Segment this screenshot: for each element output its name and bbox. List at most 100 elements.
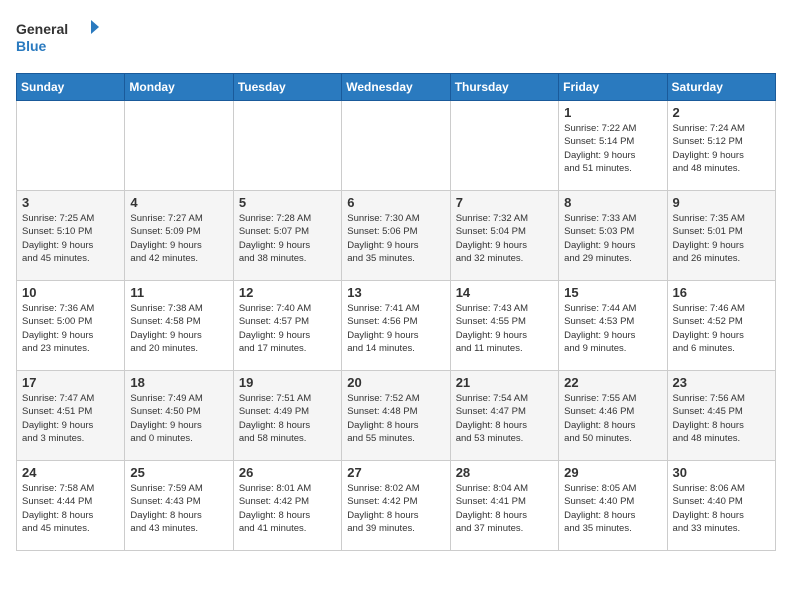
calendar-day: 26 Sunrise: 8:01 AMSunset: 4:42 PMDayligh… — [233, 461, 341, 551]
calendar-day: 28 Sunrise: 8:04 AMSunset: 4:41 PMDayligh… — [450, 461, 558, 551]
day-number: 23 — [673, 375, 770, 390]
calendar-day: 14 Sunrise: 7:43 AMSunset: 4:55 PMDayligh… — [450, 281, 558, 371]
day-number: 16 — [673, 285, 770, 300]
day-info: Sunrise: 7:41 AMSunset: 4:56 PMDaylight:… — [347, 302, 444, 355]
day-number: 17 — [22, 375, 119, 390]
day-info: Sunrise: 7:58 AMSunset: 4:44 PMDaylight:… — [22, 482, 119, 535]
calendar-day: 11Sunrise: 7:38 AMSunset: 4:58 PMDayligh… — [125, 281, 233, 371]
calendar-week-3: 17 Sunrise: 7:47 AMSunset: 4:51 PMDayligh… — [17, 371, 776, 461]
day-info: Sunrise: 8:06 AMSunset: 4:40 PMDaylight:… — [673, 482, 770, 535]
day-info: Sunrise: 7:32 AMSunset: 5:04 PMDaylight:… — [456, 212, 553, 265]
calendar-day: 6Sunrise: 7:30 AMSunset: 5:06 PMDaylight… — [342, 191, 450, 281]
day-number: 15 — [564, 285, 661, 300]
day-number: 2 — [673, 105, 770, 120]
day-info: Sunrise: 7:56 AMSunset: 4:45 PMDaylight:… — [673, 392, 770, 445]
day-number: 22 — [564, 375, 661, 390]
day-info: Sunrise: 8:05 AMSunset: 4:40 PMDaylight:… — [564, 482, 661, 535]
day-info: Sunrise: 7:33 AMSunset: 5:03 PMDaylight:… — [564, 212, 661, 265]
calendar-day: 9Sunrise: 7:35 AMSunset: 5:01 PMDaylight… — [667, 191, 775, 281]
calendar-day: 10 Sunrise: 7:36 AMSunset: 5:00 PMDayligh… — [17, 281, 125, 371]
calendar-week-2: 10 Sunrise: 7:36 AMSunset: 5:00 PMDayligh… — [17, 281, 776, 371]
day-info: Sunrise: 8:01 AMSunset: 4:42 PMDaylight:… — [239, 482, 336, 535]
day-info: Sunrise: 7:47 AMSunset: 4:51 PMDaylight:… — [22, 392, 119, 445]
calendar-day: 2 Sunrise: 7:24 AMSunset: 5:12 PMDaylight… — [667, 101, 775, 191]
day-number: 14 — [456, 285, 553, 300]
day-number: 3 — [22, 195, 119, 210]
calendar-day: 17 Sunrise: 7:47 AMSunset: 4:51 PMDayligh… — [17, 371, 125, 461]
calendar-table: SundayMondayTuesdayWednesdayThursdayFrid… — [16, 73, 776, 551]
svg-text:General: General — [16, 21, 68, 37]
day-info: Sunrise: 7:25 AMSunset: 5:10 PMDaylight:… — [22, 212, 119, 265]
weekday-monday: Monday — [125, 74, 233, 101]
day-number: 7 — [456, 195, 553, 210]
calendar-day: 8 Sunrise: 7:33 AMSunset: 5:03 PMDaylight… — [559, 191, 667, 281]
calendar-day: 25Sunrise: 7:59 AMSunset: 4:43 PMDayligh… — [125, 461, 233, 551]
day-number: 19 — [239, 375, 336, 390]
day-number: 8 — [564, 195, 661, 210]
day-number: 30 — [673, 465, 770, 480]
weekday-saturday: Saturday — [667, 74, 775, 101]
day-number: 20 — [347, 375, 444, 390]
day-number: 9 — [673, 195, 770, 210]
calendar-day: 16 Sunrise: 7:46 AMSunset: 4:52 PMDayligh… — [667, 281, 775, 371]
day-info: Sunrise: 7:52 AMSunset: 4:48 PMDaylight:… — [347, 392, 444, 445]
calendar-day: 1Sunrise: 7:22 AMSunset: 5:14 PMDaylight… — [559, 101, 667, 191]
calendar-day: 3 Sunrise: 7:25 AMSunset: 5:10 PMDaylight… — [17, 191, 125, 281]
day-info: Sunrise: 7:46 AMSunset: 4:52 PMDaylight:… — [673, 302, 770, 355]
day-number: 24 — [22, 465, 119, 480]
day-number: 18 — [130, 375, 227, 390]
weekday-friday: Friday — [559, 74, 667, 101]
calendar-day: 5 Sunrise: 7:28 AMSunset: 5:07 PMDaylight… — [233, 191, 341, 281]
calendar-day: 24 Sunrise: 7:58 AMSunset: 4:44 PMDayligh… — [17, 461, 125, 551]
calendar-day: 18 Sunrise: 7:49 AMSunset: 4:50 PMDayligh… — [125, 371, 233, 461]
day-info: Sunrise: 7:28 AMSunset: 5:07 PMDaylight:… — [239, 212, 336, 265]
day-number: 26 — [239, 465, 336, 480]
day-number: 12 — [239, 285, 336, 300]
day-number: 28 — [456, 465, 553, 480]
weekday-thursday: Thursday — [450, 74, 558, 101]
day-number: 13 — [347, 285, 444, 300]
day-info: Sunrise: 7:44 AMSunset: 4:53 PMDaylight:… — [564, 302, 661, 355]
day-info: Sunrise: 7:38 AMSunset: 4:58 PMDaylight:… — [130, 302, 227, 355]
calendar-day — [125, 101, 233, 191]
weekday-sunday: Sunday — [17, 74, 125, 101]
day-info: Sunrise: 7:43 AMSunset: 4:55 PMDaylight:… — [456, 302, 553, 355]
day-number: 25 — [130, 465, 227, 480]
calendar-week-0: 1Sunrise: 7:22 AMSunset: 5:14 PMDaylight… — [17, 101, 776, 191]
day-info: Sunrise: 7:22 AMSunset: 5:14 PMDaylight:… — [564, 122, 661, 175]
calendar-day — [17, 101, 125, 191]
day-info: Sunrise: 7:40 AMSunset: 4:57 PMDaylight:… — [239, 302, 336, 355]
day-info: Sunrise: 7:49 AMSunset: 4:50 PMDaylight:… — [130, 392, 227, 445]
calendar-day: 20 Sunrise: 7:52 AMSunset: 4:48 PMDayligh… — [342, 371, 450, 461]
calendar-day — [342, 101, 450, 191]
day-info: Sunrise: 7:24 AMSunset: 5:12 PMDaylight:… — [673, 122, 770, 175]
calendar-day: 19Sunrise: 7:51 AMSunset: 4:49 PMDayligh… — [233, 371, 341, 461]
calendar-day: 22Sunrise: 7:55 AMSunset: 4:46 PMDayligh… — [559, 371, 667, 461]
day-info: Sunrise: 7:36 AMSunset: 5:00 PMDaylight:… — [22, 302, 119, 355]
weekday-wednesday: Wednesday — [342, 74, 450, 101]
calendar-day — [450, 101, 558, 191]
calendar-day: 7 Sunrise: 7:32 AMSunset: 5:04 PMDaylight… — [450, 191, 558, 281]
day-info: Sunrise: 8:02 AMSunset: 4:42 PMDaylight:… — [347, 482, 444, 535]
day-number: 4 — [130, 195, 227, 210]
svg-text:Blue: Blue — [16, 38, 47, 54]
calendar-week-1: 3 Sunrise: 7:25 AMSunset: 5:10 PMDaylight… — [17, 191, 776, 281]
weekday-tuesday: Tuesday — [233, 74, 341, 101]
calendar-body: 1Sunrise: 7:22 AMSunset: 5:14 PMDaylight… — [17, 101, 776, 551]
day-number: 27 — [347, 465, 444, 480]
day-number: 5 — [239, 195, 336, 210]
calendar-day: 27 Sunrise: 8:02 AMSunset: 4:42 PMDayligh… — [342, 461, 450, 551]
day-info: Sunrise: 8:04 AMSunset: 4:41 PMDaylight:… — [456, 482, 553, 535]
calendar-day: 12 Sunrise: 7:40 AMSunset: 4:57 PMDayligh… — [233, 281, 341, 371]
day-number: 6 — [347, 195, 444, 210]
day-number: 21 — [456, 375, 553, 390]
calendar-day: 13 Sunrise: 7:41 AMSunset: 4:56 PMDayligh… — [342, 281, 450, 371]
calendar-day: 15 Sunrise: 7:44 AMSunset: 4:53 PMDayligh… — [559, 281, 667, 371]
calendar-week-4: 24 Sunrise: 7:58 AMSunset: 4:44 PMDayligh… — [17, 461, 776, 551]
day-info: Sunrise: 7:27 AMSunset: 5:09 PMDaylight:… — [130, 212, 227, 265]
calendar-day — [233, 101, 341, 191]
day-number: 10 — [22, 285, 119, 300]
logo-svg: General Blue — [16, 16, 106, 61]
logo: General Blue — [16, 16, 106, 61]
page-header: General Blue — [16, 16, 776, 61]
